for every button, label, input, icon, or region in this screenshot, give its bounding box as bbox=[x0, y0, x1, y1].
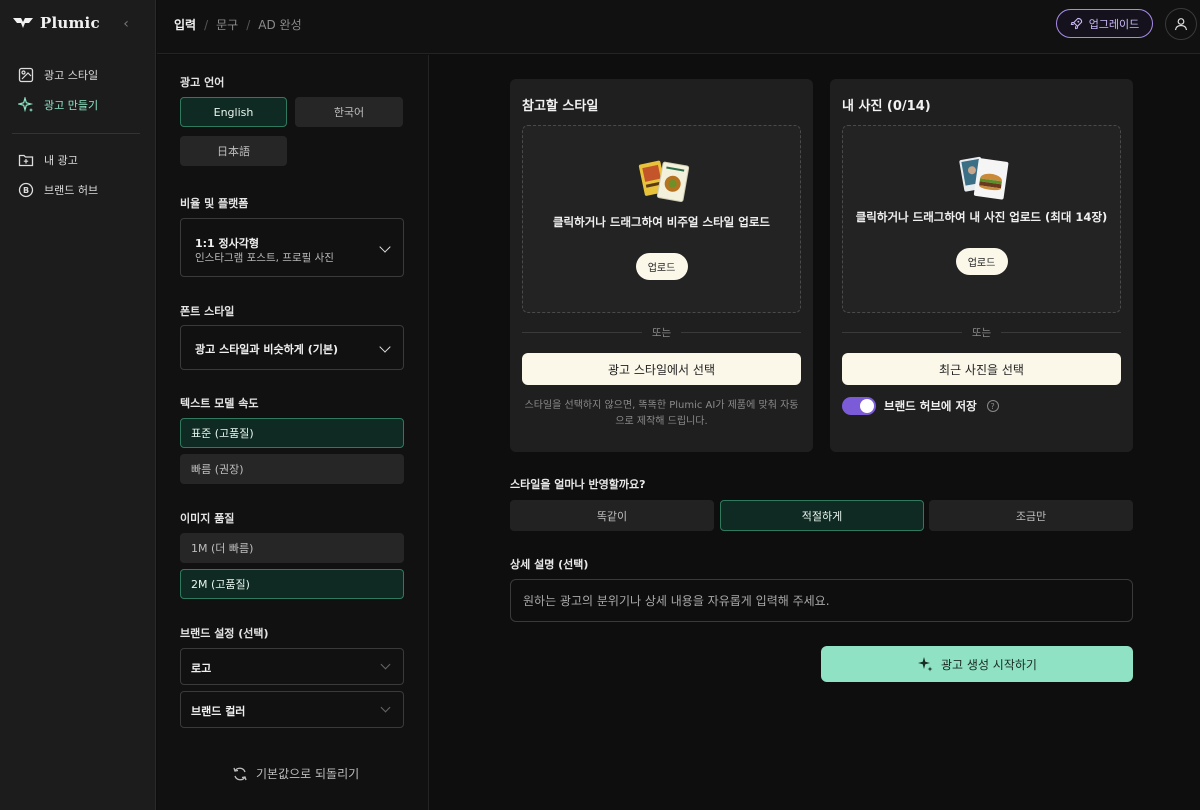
toggle-knob bbox=[860, 399, 874, 413]
sparkle-icon bbox=[18, 97, 34, 113]
sidebar-item-label: 브랜드 허브 bbox=[44, 184, 99, 197]
plumic-logo-icon bbox=[13, 18, 33, 28]
my-photos-card: 내 사진 (0/14) 클릭하거나 드래그하여 내 사진 업로드 (최대 14장… bbox=[830, 79, 1133, 452]
app-root: Plumic ‹ 광고 스타일 광고 만들기 내 광고 B 브랜드 허브 입력 … bbox=[0, 0, 1200, 810]
font-style-select[interactable]: 광고 스타일과 비슷하게 (기본) bbox=[180, 325, 404, 370]
save-to-brand-hub-row: 브랜드 허브에 저장 ? bbox=[842, 397, 999, 415]
style-strength-option-same[interactable]: 똑같이 bbox=[510, 500, 714, 531]
chevron-down-icon bbox=[379, 341, 391, 353]
reference-style-card: 참고할 스타일 클릭하거나 드래그하여 비주얼 스타일 업로드 업로드 또는 광… bbox=[510, 79, 813, 452]
text-speed-label: 텍스트 모델 속도 bbox=[180, 397, 259, 410]
ratio-select-description: 인스타그램 포스트, 프로필 사진 bbox=[195, 252, 334, 264]
divider-line bbox=[681, 331, 802, 333]
sparkle-icon bbox=[918, 657, 933, 672]
sidebar-item-brand-hub[interactable]: B 브랜드 허브 bbox=[18, 180, 98, 200]
breadcrumb-step-complete[interactable]: AD 완성 bbox=[258, 16, 301, 33]
divider-line bbox=[522, 331, 642, 333]
my-photos-title: 내 사진 (0/14) bbox=[842, 99, 931, 114]
style-cards-illustration-icon bbox=[638, 160, 690, 202]
logo[interactable]: Plumic bbox=[12, 14, 100, 32]
sidebar: Plumic ‹ 광고 스타일 광고 만들기 내 광고 B 브랜드 허브 bbox=[0, 0, 156, 810]
save-to-brand-hub-label: 브랜드 허브에 저장 bbox=[884, 399, 977, 413]
chevron-down-icon bbox=[380, 659, 391, 670]
style-strength-option-moderate[interactable]: 적절하게 bbox=[720, 500, 924, 531]
user-icon bbox=[1174, 18, 1188, 31]
rocket-icon bbox=[1070, 17, 1082, 30]
font-style-label: 폰트 스타일 bbox=[180, 305, 235, 318]
breadcrumb-step-input[interactable]: 입력 bbox=[174, 16, 196, 33]
profile-button[interactable] bbox=[1165, 8, 1197, 40]
app-name: Plumic bbox=[40, 14, 100, 32]
start-generation-button[interactable]: 광고 생성 시작하기 bbox=[821, 646, 1133, 682]
folder-plus-icon bbox=[18, 154, 34, 167]
or-text: 또는 bbox=[651, 326, 672, 339]
reference-style-title: 참고할 스타일 bbox=[522, 99, 599, 114]
detail-description-input[interactable] bbox=[510, 579, 1133, 622]
or-divider: 또는 bbox=[842, 325, 1122, 339]
image-quality-label: 이미지 품질 bbox=[180, 512, 235, 525]
logo-select-label: 로고 bbox=[191, 662, 212, 675]
brand-settings-label: 브랜드 설정 (선택) bbox=[180, 627, 269, 640]
select-from-ad-styles-button[interactable]: 광고 스타일에서 선택 bbox=[522, 353, 801, 385]
or-text: 또는 bbox=[971, 326, 992, 339]
photos-dropzone-text: 클릭하거나 드래그하여 내 사진 업로드 (최대 14장) bbox=[855, 210, 1108, 224]
ratio-select-value: 1:1 정사각형 bbox=[195, 237, 260, 250]
speed-option-fast[interactable]: 빠름 (권장) bbox=[180, 454, 404, 484]
reset-defaults-button[interactable]: 기본값으로 되돌리기 bbox=[232, 765, 359, 782]
breadcrumb-separator: / bbox=[246, 17, 251, 32]
sidebar-item-label: 광고 만들기 bbox=[44, 99, 99, 112]
sidebar-item-label: 광고 스타일 bbox=[44, 69, 99, 82]
speed-option-standard[interactable]: 표준 (고품질) bbox=[180, 418, 404, 448]
photos-illustration-icon bbox=[959, 156, 1009, 200]
breadcrumb: 입력 / 문구 / AD 완성 bbox=[174, 16, 302, 33]
sidebar-item-ad-style[interactable]: 광고 스타일 bbox=[18, 65, 98, 85]
brand-b-icon: B bbox=[18, 182, 34, 198]
reference-upload-button[interactable]: 업로드 bbox=[635, 253, 688, 280]
sidebar-divider bbox=[12, 133, 140, 134]
settings-panel: 광고 언어 English 한국어 日本語 비율 및 플랫폼 1:1 정사각형 … bbox=[157, 55, 429, 810]
my-photos-dropzone[interactable]: 클릭하거나 드래그하여 내 사진 업로드 (최대 14장) 업로드 bbox=[842, 125, 1121, 313]
refresh-icon bbox=[233, 767, 247, 780]
language-option-english[interactable]: English bbox=[180, 97, 287, 127]
logo-select[interactable]: 로고 bbox=[180, 648, 404, 685]
style-icon bbox=[18, 67, 34, 83]
help-icon[interactable]: ? bbox=[986, 400, 999, 412]
sidebar-item-my-ads[interactable]: 내 광고 bbox=[18, 150, 78, 170]
chevron-down-icon bbox=[380, 702, 391, 713]
save-to-brand-hub-toggle[interactable] bbox=[842, 397, 876, 415]
breadcrumb-step-copy[interactable]: 문구 bbox=[216, 16, 238, 33]
chevron-left-icon[interactable]: ‹ bbox=[120, 14, 132, 34]
photos-upload-button[interactable]: 업로드 bbox=[955, 248, 1008, 275]
breadcrumb-separator: / bbox=[204, 17, 209, 32]
language-option-korean[interactable]: 한국어 bbox=[295, 97, 403, 127]
chevron-down-icon bbox=[379, 241, 391, 253]
sidebar-item-create-ad[interactable]: 광고 만들기 bbox=[18, 95, 98, 115]
upgrade-label: 업그레이드 bbox=[1088, 17, 1140, 31]
sidebar-item-label: 내 광고 bbox=[44, 154, 78, 167]
reference-dropzone-text: 클릭하거나 드래그하여 비주얼 스타일 업로드 bbox=[552, 215, 771, 229]
svg-text:B: B bbox=[23, 186, 29, 195]
upgrade-button[interactable]: 업그레이드 bbox=[1056, 9, 1153, 38]
brand-color-select[interactable]: 브랜드 컬러 bbox=[180, 691, 404, 728]
select-recent-photos-button[interactable]: 최근 사진을 선택 bbox=[842, 353, 1121, 385]
reference-hint-text: 스타일을 선택하지 않으면, 똑똑한 Plumic AI가 제품에 맞춰 자동으… bbox=[524, 400, 799, 427]
ratio-label: 비율 및 플랫폼 bbox=[180, 197, 249, 210]
language-label: 광고 언어 bbox=[180, 76, 225, 89]
divider-line bbox=[1001, 331, 1122, 333]
style-strength-label: 스타일을 얼마나 반영할까요? bbox=[510, 478, 646, 491]
ratio-select[interactable]: 1:1 정사각형 인스타그램 포스트, 프로필 사진 bbox=[180, 218, 404, 277]
language-option-japanese[interactable]: 日本語 bbox=[180, 136, 287, 166]
brand-color-select-label: 브랜드 컬러 bbox=[191, 705, 246, 718]
reference-style-dropzone[interactable]: 클릭하거나 드래그하여 비주얼 스타일 업로드 업로드 bbox=[522, 125, 801, 313]
reset-label: 기본값으로 되돌리기 bbox=[256, 767, 360, 781]
quality-option-1m[interactable]: 1M (더 빠름) bbox=[180, 533, 404, 563]
divider-line bbox=[842, 331, 962, 333]
font-style-value: 광고 스타일과 비슷하게 (기본) bbox=[195, 343, 338, 356]
detail-description-label: 상세 설명 (선택) bbox=[510, 558, 589, 571]
style-strength-option-little[interactable]: 조금만 bbox=[929, 500, 1133, 531]
top-bar: 입력 / 문구 / AD 완성 업그레이드 bbox=[157, 0, 1200, 54]
quality-option-2m[interactable]: 2M (고품질) bbox=[180, 569, 404, 599]
or-divider: 또는 bbox=[522, 325, 802, 339]
start-generation-label: 광고 생성 시작하기 bbox=[941, 657, 1037, 672]
